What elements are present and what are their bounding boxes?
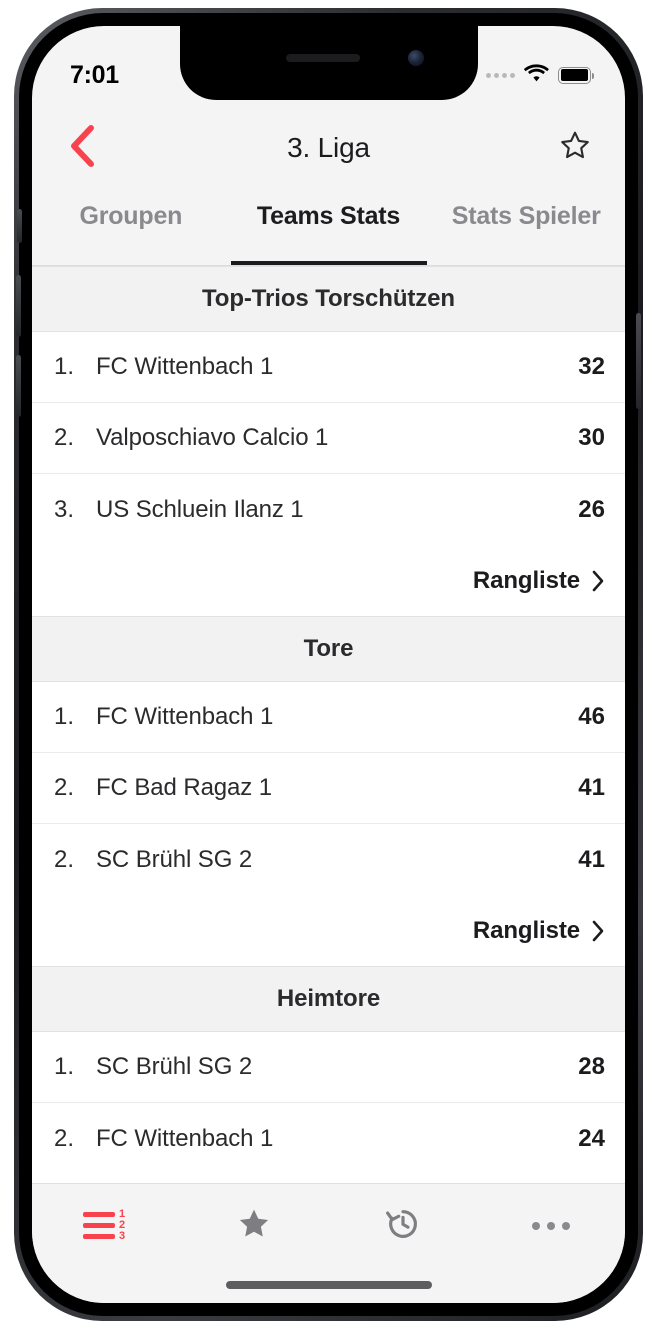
row-rank: 1. [54, 1053, 75, 1080]
volume-down-button[interactable] [16, 355, 21, 417]
section-rows: 1. FC Wittenbach 1 32 2. Valposchiavo Ca… [32, 332, 625, 545]
row-name: FC Wittenbach 1 [96, 353, 274, 380]
row-rank: 2. [54, 1124, 75, 1152]
row-name: FC Bad Ragaz 1 [96, 774, 273, 801]
phone-body: 7:01 3. Liga Groupen Teams Stats Stats S… [16, 13, 641, 1316]
row-rank: 2. [54, 774, 75, 801]
home-indicator[interactable] [225, 1281, 432, 1289]
favorite-button[interactable] [549, 122, 601, 174]
table-row[interactable]: 2. FC Bad Ragaz 1 41 [32, 753, 625, 824]
section-title: Top-Trios Torschützen [201, 285, 455, 312]
row-name: SC Brühl SG 2 [96, 845, 253, 873]
bottom-tab-favorites[interactable] [180, 1199, 328, 1253]
tab-strip: Groupen Teams Stats Stats Spieler [32, 196, 625, 266]
row-rank: 2. [54, 845, 75, 873]
table-row[interactable]: 1. FC Wittenbach 1 46 [32, 682, 625, 753]
tab-label: Teams Stats [256, 202, 401, 230]
rangliste-label: Rangliste [472, 916, 580, 944]
row-value: 30 [578, 424, 605, 451]
section-rows: 1. SC Brühl SG 2 28 2. FC Wittenbach 1 2… [32, 1032, 625, 1174]
power-button[interactable] [636, 313, 641, 409]
cellular-dots-icon [486, 72, 515, 78]
stats-list[interactable]: Top-Trios Torschützen 1. FC Wittenbach 1… [32, 266, 625, 1183]
chevron-right-icon [591, 919, 605, 943]
row-value: 41 [578, 774, 605, 801]
section-rows: 1. FC Wittenbach 1 46 2. FC Bad Ragaz 1 … [32, 682, 625, 895]
status-indicators [486, 63, 595, 87]
row-rank: 2. [54, 424, 75, 451]
chevron-right-icon [591, 569, 605, 593]
star-filled-icon [236, 1206, 272, 1247]
tab-stats-spieler[interactable]: Stats Spieler [427, 196, 625, 265]
table-row[interactable]: 1. FC Wittenbach 1 32 [32, 332, 625, 403]
section-title: Heimtore [276, 985, 381, 1012]
status-bar: 7:01 [32, 26, 625, 100]
phone-screen: 7:01 3. Liga Groupen Teams Stats Stats S… [32, 26, 625, 1303]
nav-bar: 3. Liga [32, 100, 625, 196]
row-rank: 1. [54, 353, 75, 380]
rangliste-label: Rangliste [472, 566, 580, 594]
row-value: 32 [578, 353, 605, 380]
tab-label: Stats Spieler [451, 202, 601, 230]
ellipsis-icon [531, 1222, 570, 1230]
page-title: 3. Liga [287, 132, 370, 163]
bottom-tab-more[interactable] [477, 1199, 625, 1253]
tab-label: Groupen [79, 202, 183, 230]
rangliste-link[interactable]: Rangliste [32, 545, 625, 616]
row-value: 24 [578, 1124, 605, 1152]
battery-full-icon [558, 66, 595, 84]
row-value: 41 [578, 845, 605, 873]
ranking-number: 3 [119, 1230, 126, 1242]
table-row[interactable]: 2. SC Brühl SG 2 41 [32, 824, 625, 895]
table-row[interactable]: 2. FC Wittenbach 1 24 [32, 1103, 625, 1174]
section-header: Top-Trios Torschützen [32, 266, 625, 332]
ranking-list-icon: 1 2 3 [83, 1209, 129, 1243]
row-value: 26 [578, 495, 605, 523]
volume-up-button[interactable] [16, 275, 21, 337]
tab-groupen[interactable]: Groupen [32, 196, 230, 265]
bottom-tab-history[interactable] [329, 1199, 477, 1253]
history-clock-icon [384, 1205, 422, 1248]
tab-teams-stats[interactable]: Teams Stats [230, 196, 428, 265]
chevron-left-icon [69, 124, 95, 172]
row-rank: 1. [54, 703, 75, 730]
section-header: Tore [32, 616, 625, 682]
row-rank: 3. [54, 495, 75, 523]
row-name: SC Brühl SG 2 [96, 1053, 253, 1080]
table-row[interactable]: 1. SC Brühl SG 2 28 [32, 1032, 625, 1103]
star-outline-icon [558, 129, 592, 168]
table-row[interactable]: 3. US Schluein Ilanz 1 26 [32, 474, 625, 545]
silent-switch[interactable] [17, 209, 22, 243]
section-title: Tore [303, 635, 354, 662]
tab-underline [230, 261, 427, 265]
bottom-tab-ranking[interactable]: 1 2 3 [32, 1199, 180, 1253]
row-name: FC Wittenbach 1 [96, 1124, 274, 1152]
row-value: 28 [578, 1053, 605, 1080]
wifi-icon [523, 63, 549, 87]
row-name: Valposchiavo Calcio 1 [96, 424, 329, 451]
row-value: 46 [578, 703, 605, 730]
phone-frame: 7:01 3. Liga Groupen Teams Stats Stats S… [14, 8, 643, 1321]
row-name: FC Wittenbach 1 [96, 703, 274, 730]
table-row[interactable]: 2. Valposchiavo Calcio 1 30 [32, 403, 625, 474]
row-name: US Schluein Ilanz 1 [96, 495, 304, 523]
rangliste-link[interactable]: Rangliste [32, 895, 625, 966]
section-header: Heimtore [32, 966, 625, 1032]
status-time: 7:01 [70, 60, 119, 89]
back-button[interactable] [56, 122, 108, 174]
